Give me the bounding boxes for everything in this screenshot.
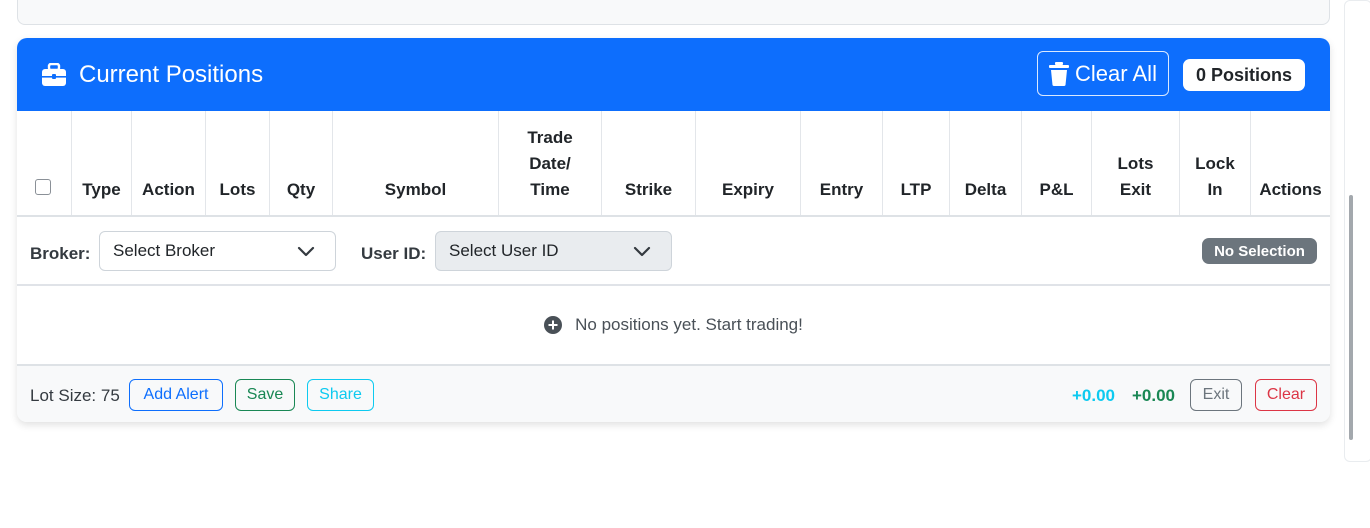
column-header-expiry[interactable]: Expiry <box>695 111 800 215</box>
user-id-select[interactable]: Select User ID <box>435 231 672 271</box>
panel-title-text: Current Positions <box>79 61 264 88</box>
card-header: Current Positions Clear All 0 Positions <box>17 38 1330 111</box>
column-header-actions[interactable]: Actions <box>1250 111 1330 215</box>
column-header-qty[interactable]: Qty <box>269 111 332 215</box>
trash-icon <box>1049 61 1070 86</box>
user-id-select-value: Select User ID <box>449 241 559 260</box>
column-header-select <box>17 111 71 215</box>
empty-state-message: No positions yet. Start trading! <box>575 315 803 334</box>
lot-size-text: Lot Size: 75 <box>30 386 120 405</box>
previous-card <box>17 0 1330 25</box>
column-header-lots-exit[interactable]: Lots Exit <box>1091 111 1179 215</box>
column-header-lots[interactable]: Lots <box>205 111 269 215</box>
broker-select[interactable]: Select Broker <box>99 231 336 271</box>
plus-circle-icon <box>544 316 563 334</box>
card-footer: Lot Size: 75 Add Alert Save Share +0.00 … <box>17 366 1330 422</box>
positions-count-badge: 0 Positions <box>1183 59 1305 91</box>
empty-state-row: No positions yet. Start trading! <box>17 286 1330 366</box>
briefcase-icon <box>42 63 66 86</box>
column-header-pnl[interactable]: P&L <box>1021 111 1091 215</box>
save-button[interactable]: Save <box>235 379 295 411</box>
clear-all-label: Clear All <box>1075 60 1157 86</box>
clear-button[interactable]: Clear <box>1255 379 1317 411</box>
column-header-strike[interactable]: Strike <box>601 111 695 215</box>
chevron-down-icon <box>297 246 315 257</box>
scrollbar-track[interactable] <box>1344 0 1370 462</box>
current-positions-card: Current Positions Clear All 0 Positions … <box>17 38 1330 422</box>
table-header: Type Action Lots Qty Symbol Trade Date/ … <box>17 111 1330 217</box>
panel-title: Current Positions <box>41 60 263 90</box>
column-header-ltp[interactable]: LTP <box>882 111 949 215</box>
selection-status-badge: No Selection <box>1202 238 1317 264</box>
pnl-total-value: +0.00 <box>1072 386 1116 405</box>
column-header-action[interactable]: Action <box>131 111 205 215</box>
column-header-type[interactable]: Type <box>71 111 131 215</box>
broker-select-value: Select Broker <box>113 241 216 260</box>
column-header-entry[interactable]: Entry <box>800 111 882 215</box>
scrollbar-thumb[interactable] <box>1349 195 1353 440</box>
exit-button[interactable]: Exit <box>1190 379 1242 411</box>
add-alert-button[interactable]: Add Alert <box>129 379 223 411</box>
column-header-symbol[interactable]: Symbol <box>332 111 498 215</box>
broker-label: Broker: <box>30 244 91 263</box>
column-header-lock-in[interactable]: Lock In <box>1179 111 1250 215</box>
pnl-secondary-value: +0.00 <box>1132 386 1176 405</box>
column-header-trade-date-time[interactable]: Trade Date/ Time <box>498 111 601 215</box>
select-all-checkbox[interactable] <box>35 179 51 195</box>
chevron-down-icon <box>633 246 651 257</box>
share-button[interactable]: Share <box>307 379 374 411</box>
user-id-label: User ID: <box>361 244 427 263</box>
column-header-delta[interactable]: Delta <box>949 111 1021 215</box>
clear-all-button[interactable]: Clear All <box>1037 51 1169 96</box>
